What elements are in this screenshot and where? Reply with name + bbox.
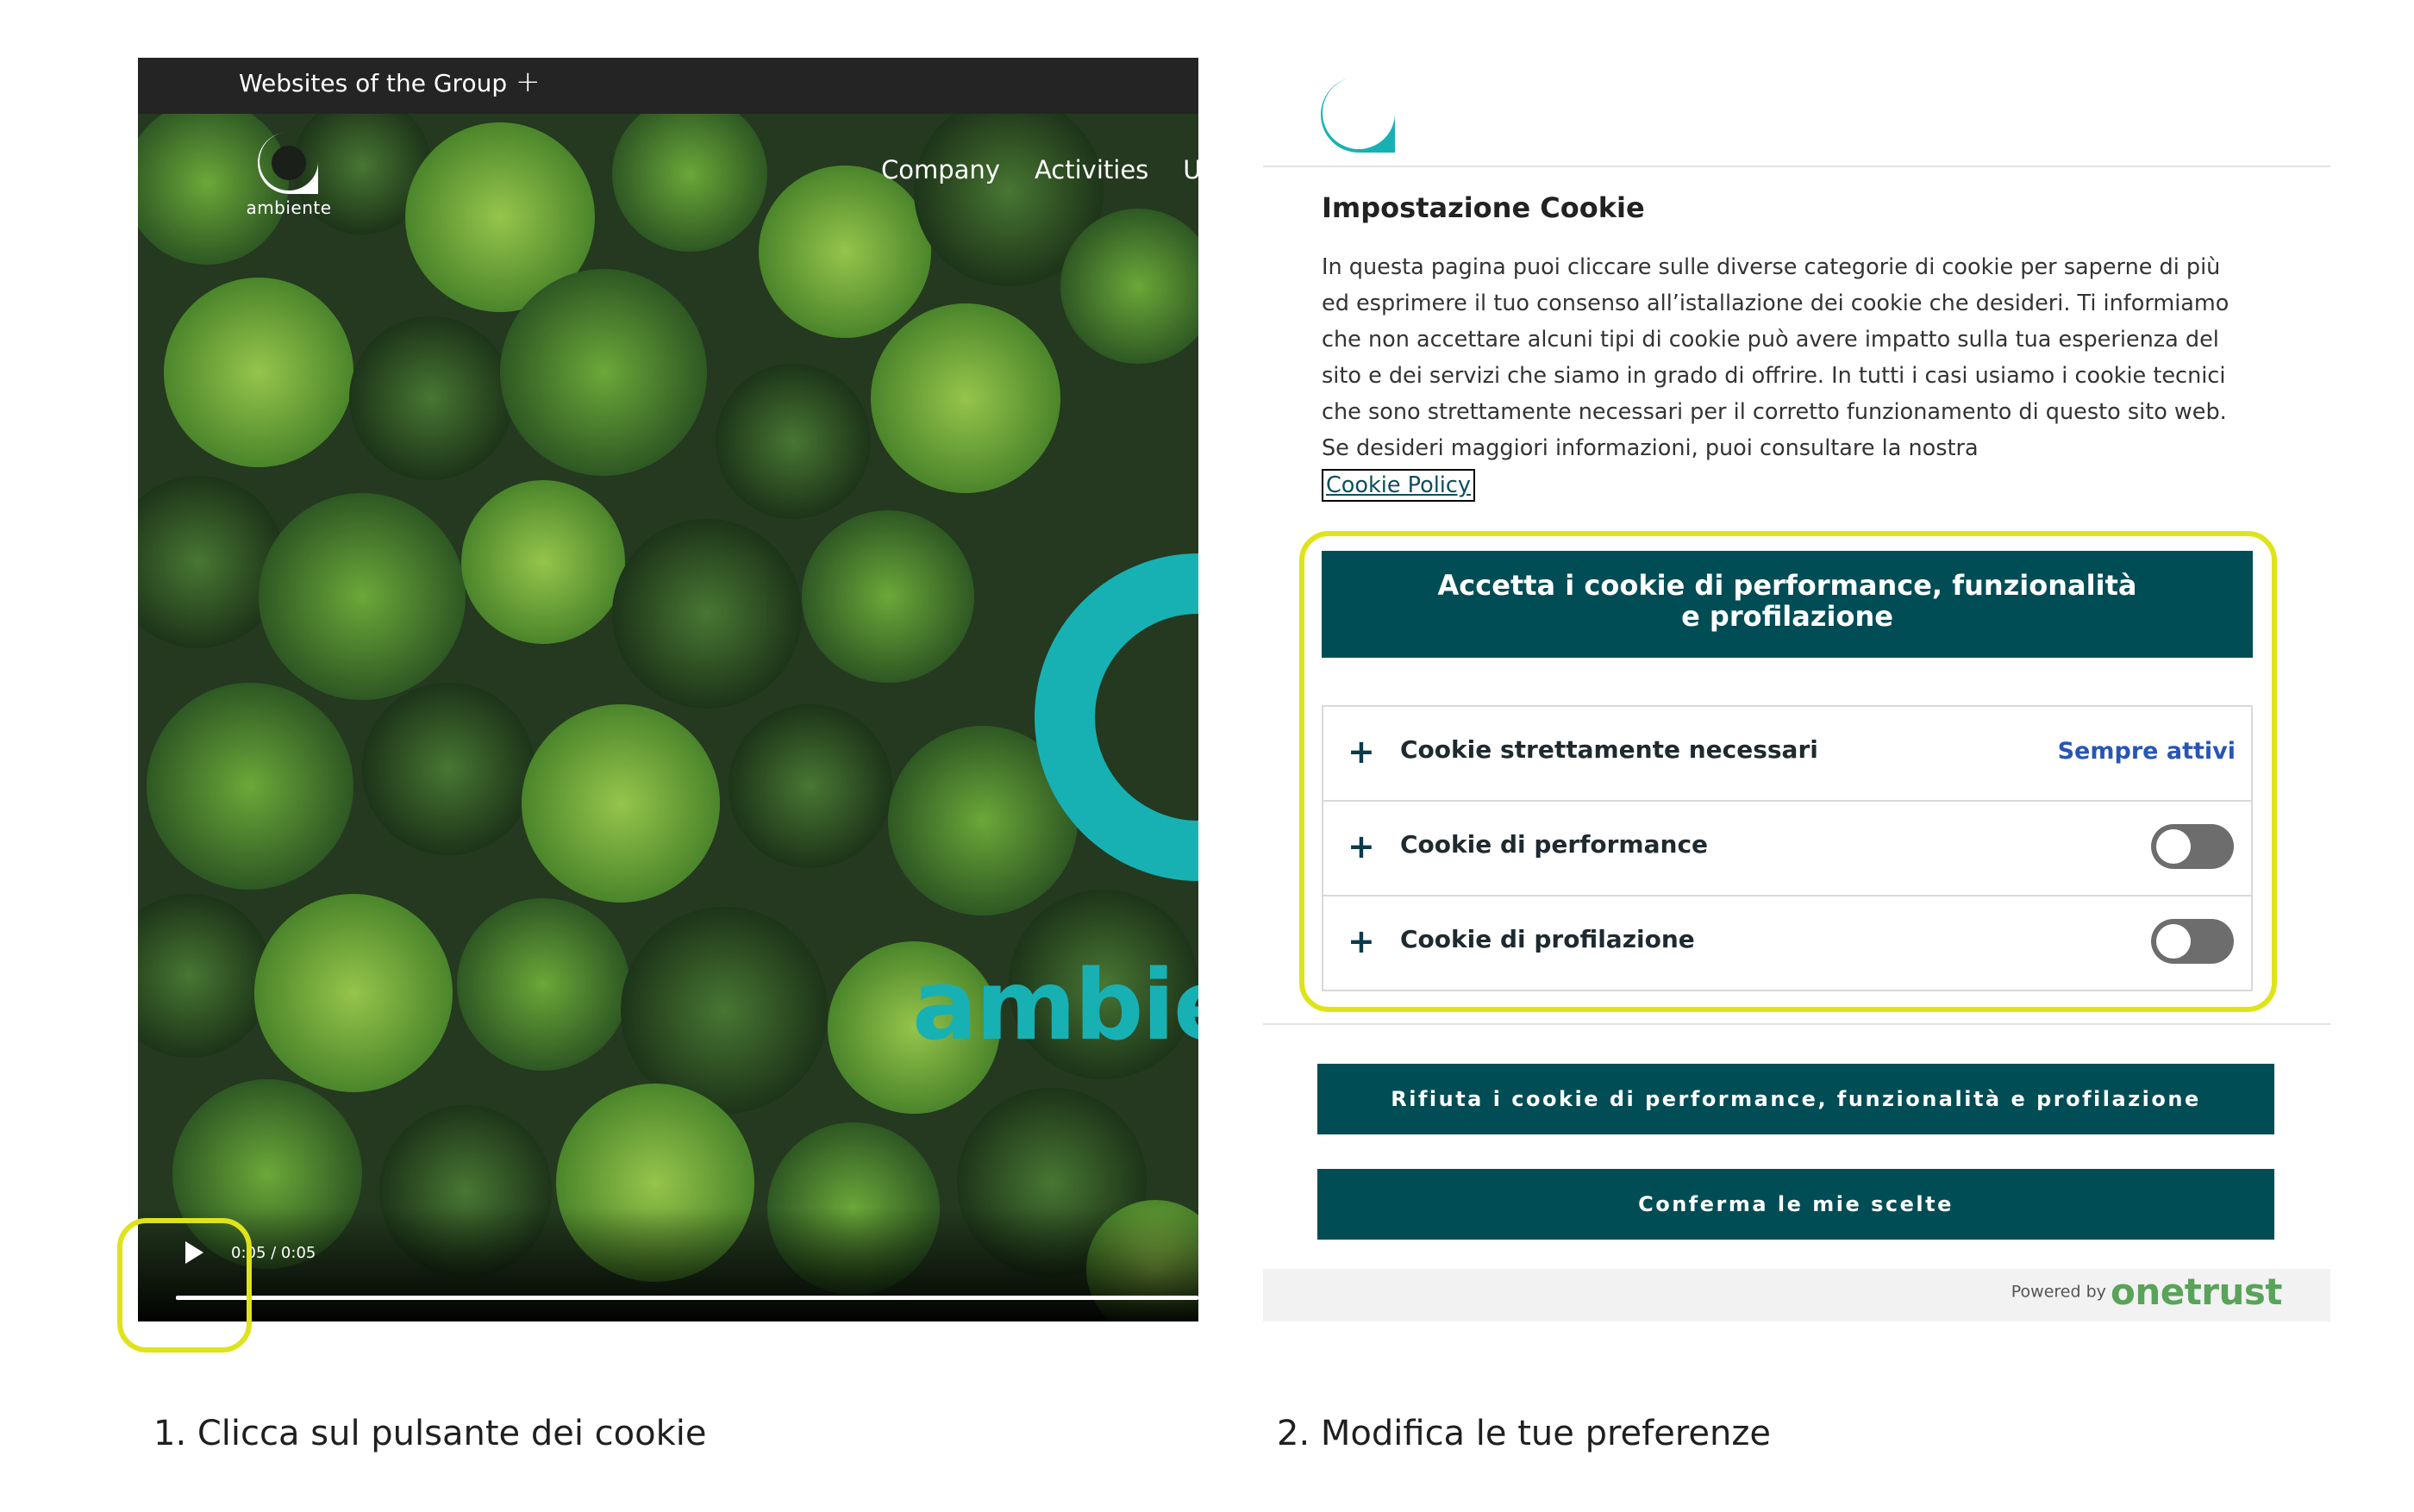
site-logo[interactable]: ambiente: [237, 128, 341, 223]
video-controls: [138, 1208, 1198, 1321]
hero-logo-icon: [1035, 553, 1198, 881]
nav-item-company[interactable]: Company: [881, 155, 1000, 184]
video-progress-bar[interactable]: [176, 1296, 1198, 1300]
aceo-logo-icon: [1317, 73, 1400, 156]
main-nav: Company Activities U: [881, 155, 1198, 184]
group-websites-bar[interactable]: Websites of the Group +: [138, 58, 1198, 114]
onetrust-brand: onetrust: [2110, 1271, 2283, 1313]
reject-all-button[interactable]: Rifiuta i cookie di performance, funzion…: [1317, 1064, 2274, 1134]
step-1-caption: 1. Clicca sul pulsante dei cookie: [153, 1414, 707, 1453]
confirm-choices-button[interactable]: Conferma le mie scelte: [1317, 1169, 2274, 1240]
aceo-logo-icon: [258, 132, 318, 194]
header-divider: [1263, 166, 2330, 167]
website-screenshot: Websites of the Group + ambiente Company…: [138, 58, 1198, 1321]
site-logo-text: ambiente: [246, 197, 332, 218]
plus-icon[interactable]: +: [516, 65, 541, 99]
nav-item-activities[interactable]: Activities: [1035, 155, 1148, 184]
footer-divider: [1263, 1023, 2330, 1025]
nav-item-truncated[interactable]: U: [1183, 155, 1198, 184]
powered-by-label: Powered by: [2011, 1282, 2106, 1302]
onetrust-logo[interactable]: Powered by onetrust: [2011, 1271, 2283, 1313]
highlight-cookie-button: [117, 1218, 252, 1353]
powered-by-footer: Powered by onetrust: [1263, 1269, 2330, 1321]
cookie-policy-link[interactable]: Cookie Policy: [1322, 469, 1476, 502]
group-websites-label: Websites of the Group: [239, 69, 508, 97]
step-2-caption: 2. Modifica le tue preferenze: [1277, 1414, 1771, 1453]
preference-center-description: In questa pagina puoi cliccare sulle div…: [1322, 254, 2230, 461]
highlight-preferences: [1299, 531, 2277, 1012]
preference-center-title: Impostazione Cookie: [1322, 191, 1645, 224]
hero-brand-word: ambien: [912, 950, 1198, 1062]
